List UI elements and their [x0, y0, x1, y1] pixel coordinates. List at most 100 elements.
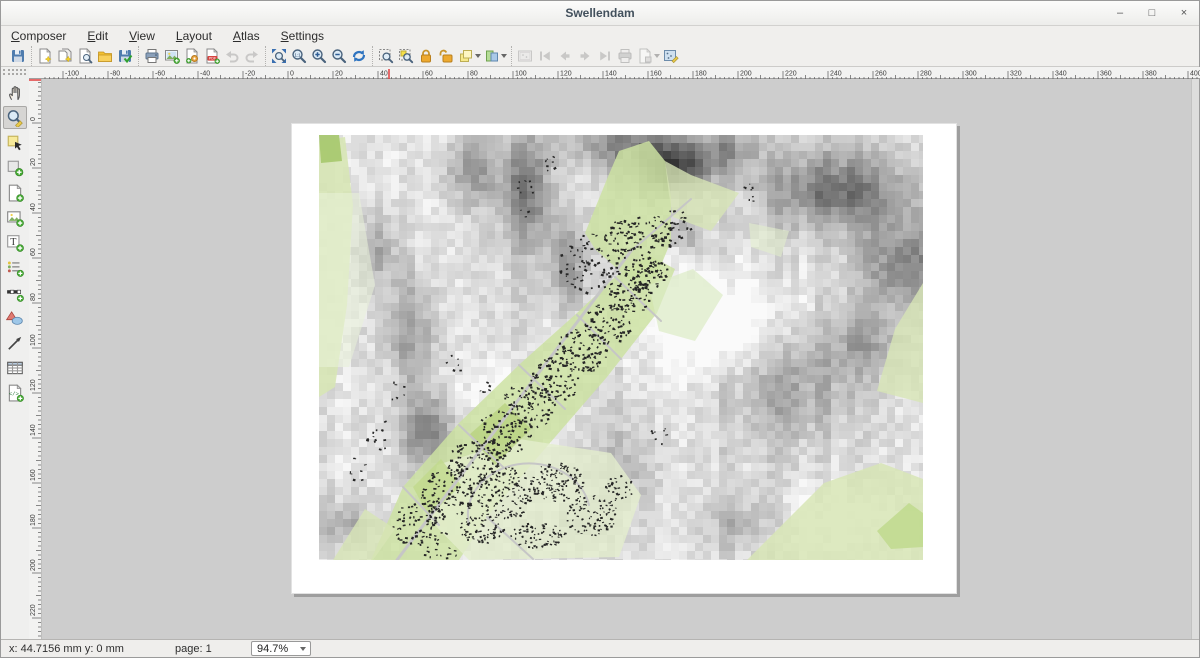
save-as-template-button[interactable] [115, 46, 135, 66]
pan-tool-button[interactable] [3, 81, 27, 104]
main-toolbar [1, 45, 1199, 67]
cursor-coordinates: x: 44.7156 mm y: 0 mm [9, 643, 161, 655]
add-scalebar-tool-button[interactable] [3, 281, 27, 304]
zoom-in-button[interactable] [309, 46, 329, 66]
svg-text:-40: -40 [200, 71, 210, 78]
svg-text:-80: -80 [110, 71, 120, 78]
svg-text:300: 300 [965, 71, 977, 78]
atlas-settings-icon [663, 48, 679, 64]
open-template-button[interactable] [95, 46, 115, 66]
menu-atlas[interactable]: Atlas [233, 29, 260, 43]
menu-edit[interactable]: Edit [87, 29, 108, 43]
zoom-tool-button[interactable] [3, 106, 27, 129]
floppy-icon [10, 48, 26, 64]
move-item-content-tool-button[interactable] [3, 156, 27, 179]
folder-icon [97, 48, 113, 64]
select-item-icon [6, 134, 24, 152]
export-image-button[interactable] [162, 46, 182, 66]
horizontal-ruler: -100-80-60-40-20020406080100120140160180… [42, 67, 1200, 79]
add-legend-tool-button[interactable] [3, 256, 27, 279]
redo-button[interactable] [242, 46, 262, 66]
atlas-first-feature-button[interactable] [535, 46, 555, 66]
zoom-full-button[interactable] [269, 46, 289, 66]
ruler-corner [29, 67, 42, 79]
svg-text:380: 380 [1145, 71, 1157, 78]
atlas-previous-feature-button[interactable] [555, 46, 575, 66]
nav-prev-icon [557, 48, 573, 64]
add-table-tool-button[interactable] [3, 356, 27, 379]
atlas-icon [517, 48, 533, 64]
select-move-item-tool-button[interactable] [3, 131, 27, 154]
menu-settings[interactable]: Settings [281, 29, 324, 43]
align-items-button[interactable] [482, 46, 508, 66]
add-label-tool-button[interactable] [3, 231, 27, 254]
add-shape-icon [6, 309, 24, 327]
floppy-check-icon [117, 48, 133, 64]
page-mag-icon [77, 48, 93, 64]
atlas-preview-button[interactable] [515, 46, 535, 66]
chevron-down-icon [501, 54, 507, 58]
zoom-level-combobox[interactable]: 94.7% [251, 641, 311, 656]
unlock-items-button[interactable] [436, 46, 456, 66]
atlas-next-feature-button[interactable] [575, 46, 595, 66]
add-arrow-icon [6, 334, 24, 352]
svg-text:100: 100 [515, 71, 527, 78]
duplicate-composer-button[interactable] [55, 46, 75, 66]
atlas-last-feature-button[interactable] [595, 46, 615, 66]
maximize-button[interactable]: □ [1143, 4, 1161, 22]
add-html-tool-button[interactable] [3, 381, 27, 404]
print-atlas-button[interactable] [615, 46, 635, 66]
svg-text:180: 180 [695, 71, 707, 78]
tool-panel-grip[interactable] [1, 67, 29, 79]
composer-window: Swellendam – □ × Composer Edit View Layout A… [0, 0, 1200, 658]
new-composer-button[interactable] [35, 46, 55, 66]
svg-text:-60: -60 [155, 71, 165, 78]
menu-composer[interactable]: Composer [11, 29, 66, 43]
print-button[interactable] [142, 46, 162, 66]
lock-icon [418, 48, 434, 64]
add-arrow-tool-button[interactable] [3, 331, 27, 354]
add-new-map-tool-button[interactable] [3, 181, 27, 204]
zoom-actual-button[interactable] [289, 46, 309, 66]
undo-button[interactable] [222, 46, 242, 66]
svg-text:40: 40 [30, 203, 37, 211]
export-svg-button[interactable] [182, 46, 202, 66]
nav-next-icon [577, 48, 593, 64]
pages-yellow-icon [458, 48, 474, 64]
vertical-scrollbar[interactable] [1191, 79, 1199, 639]
zoom-out-button[interactable] [329, 46, 349, 66]
lock-items-button[interactable] [416, 46, 436, 66]
save-project-button[interactable] [8, 46, 28, 66]
svg-text:20: 20 [335, 71, 343, 78]
add-shape-tool-button[interactable] [3, 306, 27, 329]
vertical-ruler: 020406080100120140160180200220 [29, 79, 42, 639]
layout-canvas[interactable] [42, 79, 1199, 639]
svg-text:120: 120 [30, 379, 37, 391]
minimize-button[interactable]: – [1111, 4, 1129, 22]
add-table-icon [6, 359, 24, 377]
atlas-settings-button[interactable] [661, 46, 681, 66]
mag-minus-icon [331, 48, 347, 64]
export-atlas-button[interactable] [635, 46, 661, 66]
raise-items-button[interactable] [456, 46, 482, 66]
select-all-button[interactable] [376, 46, 396, 66]
map-item[interactable] [319, 135, 923, 560]
image-plus-icon [164, 48, 180, 64]
menu-view[interactable]: View [129, 29, 155, 43]
composer-manager-button[interactable] [75, 46, 95, 66]
svg-text:160: 160 [30, 469, 37, 481]
zoom-to-selection-button[interactable] [396, 46, 416, 66]
svg-text:40: 40 [380, 71, 388, 78]
refresh-view-button[interactable] [349, 46, 369, 66]
add-image-tool-button[interactable] [3, 206, 27, 229]
redo-icon [244, 48, 260, 64]
page-gear-icon [184, 48, 200, 64]
status-bar: x: 44.7156 mm y: 0 mm page: 1 94.7% [1, 639, 1199, 657]
nav-last-icon [597, 48, 613, 64]
close-button[interactable]: × [1175, 4, 1193, 22]
title-bar[interactable]: Swellendam – □ × [1, 1, 1199, 26]
export-pdf-button[interactable] [202, 46, 222, 66]
mag-full-icon [271, 48, 287, 64]
layout-page[interactable] [291, 123, 957, 594]
menu-layout[interactable]: Layout [176, 29, 212, 43]
